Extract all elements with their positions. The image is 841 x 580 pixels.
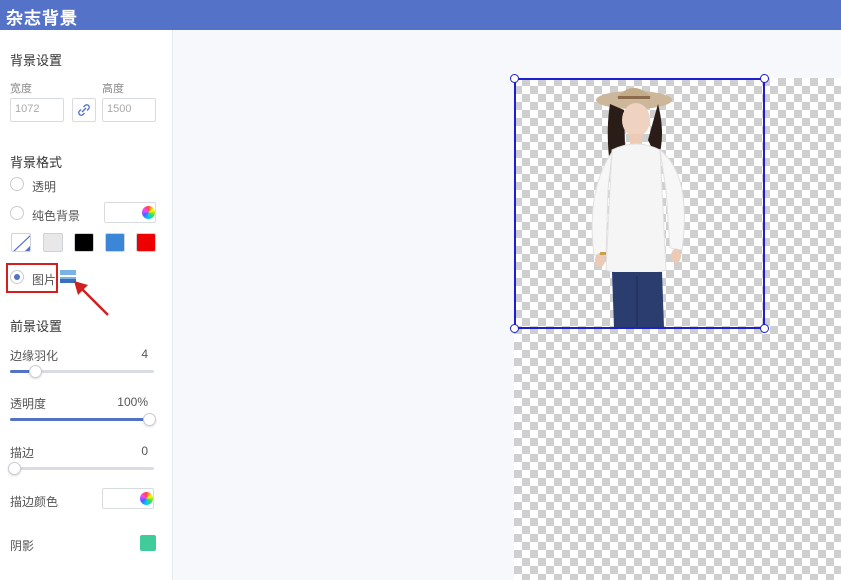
resize-handle-bottom-right[interactable]: [760, 324, 769, 333]
swatch-black[interactable]: [74, 233, 94, 252]
swatch-red[interactable]: [136, 233, 156, 252]
height-label: 高度: [102, 83, 124, 95]
swatch-light-gray[interactable]: [43, 233, 63, 252]
title-bar: 杂志背景: [0, 0, 841, 30]
resize-handle-top-left[interactable]: [510, 74, 519, 83]
no-color-icon: [13, 235, 30, 251]
background-settings-heading: 背景设置: [10, 53, 63, 68]
color-wheel-icon: [140, 492, 153, 505]
stroke-slider-knob[interactable]: [8, 462, 21, 475]
transparent-radio[interactable]: [10, 177, 24, 191]
resize-handle-top-right[interactable]: [760, 74, 769, 83]
stroke-slider-track[interactable]: [10, 467, 154, 470]
image-label: 图片: [32, 273, 57, 287]
feather-label: 边缘羽化: [10, 349, 59, 363]
stroke-label: 描边: [10, 446, 35, 460]
transparent-label: 透明: [32, 180, 57, 194]
background-format-heading: 背景格式: [10, 155, 63, 170]
swatch-none[interactable]: [11, 233, 31, 252]
opacity-slider-fill: [10, 418, 154, 421]
stroke-color-picker[interactable]: [102, 488, 154, 509]
swatch-blue[interactable]: [105, 233, 125, 252]
settings-panel: 背景设置 宽度 高度 1072 1500 背景格式 透明 纯色背景 图片 前景设…: [0, 30, 173, 580]
image-radio[interactable]: [10, 270, 24, 284]
solid-color-label: 纯色背景: [32, 209, 81, 223]
red-arrow-annotation: [74, 281, 109, 316]
solid-color-picker[interactable]: [104, 202, 156, 223]
width-label: 宽度: [10, 83, 32, 95]
link-aspect-button[interactable]: [72, 98, 96, 122]
feather-value: 4: [141, 347, 148, 361]
opacity-label: 透明度: [10, 397, 47, 411]
width-input[interactable]: 1072: [10, 98, 64, 122]
link-icon: [78, 104, 90, 116]
canvas-area: [174, 30, 841, 580]
opacity-slider-knob[interactable]: [143, 413, 156, 426]
shadow-label: 阴影: [10, 539, 35, 553]
shadow-toggle[interactable]: [140, 535, 156, 551]
foreground-settings-heading: 前景设置: [10, 319, 63, 334]
opacity-value: 100%: [117, 395, 148, 409]
resize-handle-bottom-left[interactable]: [510, 324, 519, 333]
height-input[interactable]: 1500: [102, 98, 156, 122]
color-wheel-icon: [142, 206, 155, 219]
selection-box[interactable]: [514, 78, 765, 329]
stroke-color-label: 描边颜色: [10, 495, 59, 509]
app-title: 杂志背景: [6, 9, 78, 28]
stroke-value: 0: [141, 444, 148, 458]
feather-slider-knob[interactable]: [29, 365, 43, 378]
solid-color-radio[interactable]: [10, 206, 24, 220]
